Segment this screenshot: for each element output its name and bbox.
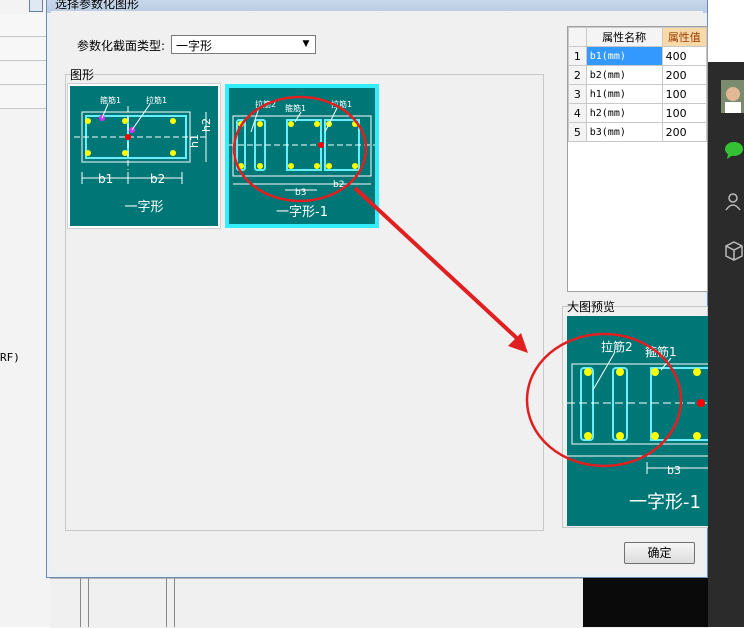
b1-label: b1 [98, 172, 113, 186]
section-type-select[interactable]: 一字形 ▼ [171, 35, 316, 54]
stirrup-label: 箍筋1 [645, 344, 677, 359]
table-header-value: 属性值 [661, 27, 707, 47]
row-index: 1 [568, 46, 587, 66]
thumbnail-drawing: 箍筋1 拉筋1 b1 b2 h1 h2 一字形 [74, 95, 213, 215]
background-row [0, 62, 50, 85]
b3-label: b3 [295, 188, 306, 198]
property-grid: 属性名称 属性值 1 b1(mm) 400 2 b2(mm) 200 3 h1(… [568, 27, 707, 142]
thumbnail-caption: 一字形-1 [276, 205, 328, 220]
thumbnail-drawing: 拉筋2 箍筋1 拉筋1 b3 b2 一字形-1 [229, 99, 375, 220]
background-line [174, 578, 175, 627]
b3-label: b3 [667, 464, 681, 477]
preview-group-label: 大图预览 [567, 300, 616, 314]
row-name[interactable]: b2(mm) [585, 65, 663, 85]
background-line [166, 578, 167, 627]
ok-button[interactable]: 确定 [624, 542, 695, 564]
row-index: 4 [568, 103, 587, 123]
background-row [0, 86, 50, 109]
h1-label: h1 [188, 134, 201, 148]
background-line [80, 578, 81, 627]
table-row[interactable]: 4 h2(mm) 100 [568, 103, 707, 123]
row-index: 2 [568, 65, 587, 85]
row-name[interactable]: h2(mm) [585, 103, 663, 123]
row-value[interactable]: 200 [661, 122, 707, 142]
row-value[interactable]: 100 [661, 103, 707, 123]
background-app-panel [0, 0, 50, 627]
table-row[interactable]: 5 b3(mm) 200 [568, 122, 707, 142]
section-type-label: 参数化截面类型: [77, 39, 166, 53]
contacts-icon[interactable] [724, 192, 744, 215]
avatar-image [721, 80, 744, 113]
chat-icon[interactable] [724, 140, 744, 163]
table-row[interactable]: 1 b1(mm) 400 [568, 46, 707, 66]
background-row [0, 14, 50, 37]
tie2-label: 拉筋2 [255, 99, 276, 109]
box-icon[interactable] [724, 240, 744, 265]
dropdown-arrow-icon: ▼ [302, 39, 310, 49]
table-row[interactable]: 3 h1(mm) 100 [568, 84, 707, 104]
background-dark-canvas [583, 578, 710, 627]
row-name[interactable]: h1(mm) [585, 84, 663, 104]
row-value[interactable]: 200 [661, 65, 707, 85]
app-icon [29, 0, 43, 12]
preview-drawing: 拉筋2 箍筋1 b3 一字形-1 [567, 339, 708, 513]
h2-label: h2 [200, 118, 213, 132]
shape-thumbnail-yizixing[interactable]: 箍筋1 拉筋1 b1 b2 h1 h2 一字形 [67, 83, 221, 229]
tie2-label: 拉筋2 [601, 339, 633, 354]
row-index: 3 [568, 84, 587, 104]
shape-thumbnail-yizixing-1[interactable]: 拉筋2 箍筋1 拉筋1 b3 b2 一字形-1 [225, 84, 379, 228]
row-name[interactable]: b3(mm) [585, 122, 663, 142]
row-value[interactable]: 400 [661, 46, 707, 66]
row-index: 5 [568, 122, 587, 142]
thumbnail-caption: 一字形 [124, 200, 163, 215]
table-header-row: 属性名称 属性值 [568, 27, 707, 47]
table-header-name: 属性名称 [585, 27, 663, 47]
avatar[interactable] [721, 80, 744, 113]
property-table: 属性名称 属性值 1 b1(mm) 400 2 b2(mm) 200 3 h1(… [567, 26, 708, 292]
tie-label: 拉筋1 [146, 95, 167, 105]
row-value[interactable]: 100 [661, 84, 707, 104]
preview-caption: 一字形-1 [629, 492, 701, 513]
background-text: RF) [0, 351, 20, 364]
tie1-label: 拉筋1 [331, 99, 352, 109]
b2-label: b2 [150, 172, 165, 186]
preview-image: 拉筋2 箍筋1 b3 一字形-1 [567, 316, 708, 526]
shapes-group-label: 图形 [70, 68, 95, 82]
section-type-value: 一字形 [176, 39, 213, 53]
stirrup-label: 箍筋1 [285, 103, 306, 113]
background-line [88, 578, 89, 627]
background-row [0, 38, 50, 61]
b2-label: b2 [333, 180, 344, 190]
table-row[interactable]: 2 b2(mm) 200 [568, 65, 707, 85]
row-name[interactable]: b1(mm) [585, 46, 663, 66]
stirrup-label: 箍筋1 [100, 95, 121, 105]
table-header-index [568, 27, 587, 47]
